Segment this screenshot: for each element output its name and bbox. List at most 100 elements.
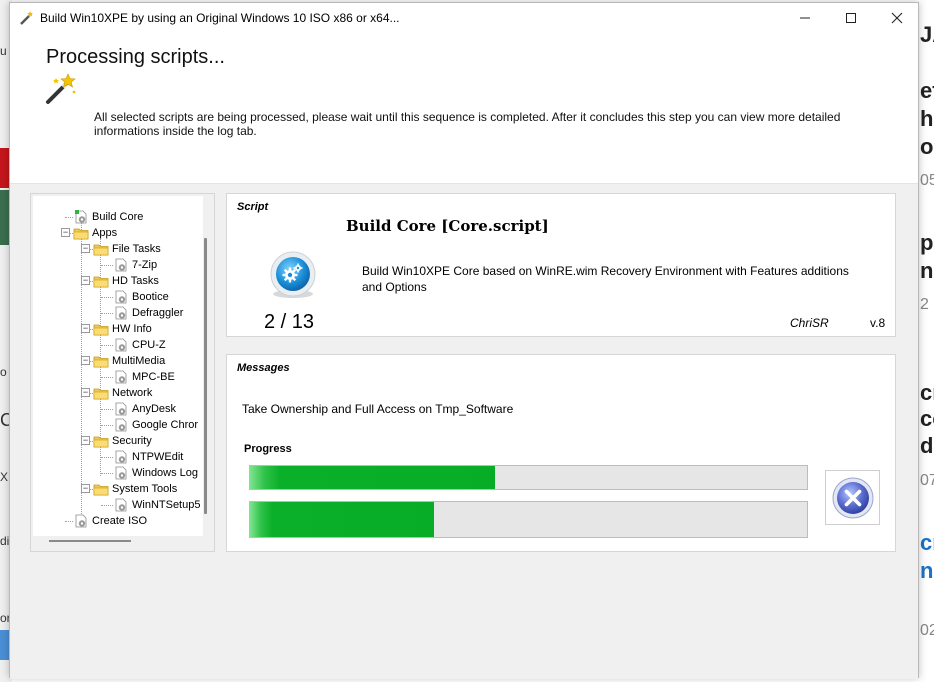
maximize-icon <box>846 13 856 23</box>
folder-icon <box>93 324 109 336</box>
folder-icon <box>93 388 109 400</box>
title-bar[interactable]: Build Win10XPE by using an Original Wind… <box>10 3 918 33</box>
script-author: ChriSR <box>790 316 829 330</box>
background-red-block <box>0 148 9 188</box>
background-text: JA <box>920 22 934 47</box>
background-text: 05 <box>920 172 934 189</box>
background-link: n <box>920 558 934 583</box>
magic-wand-icon <box>46 73 76 104</box>
tree-connector <box>65 217 73 218</box>
collapse-icon[interactable]: − <box>81 388 90 397</box>
tree-item-label: AnyDesk <box>132 403 177 415</box>
script-section-label: Script <box>237 201 269 213</box>
tree-horizontal-scrollbar[interactable] <box>49 540 131 542</box>
tree-connector <box>101 265 113 266</box>
tree-item-label: Security <box>112 435 152 447</box>
background-text: d <box>920 433 934 458</box>
tree-connector <box>101 473 113 474</box>
tree-connector <box>101 313 113 314</box>
collapse-icon[interactable]: − <box>81 436 90 445</box>
tree-item-label: MPC-BE <box>132 371 175 383</box>
background-text: eta <box>920 78 934 103</box>
messages-section-label: Messages <box>237 362 290 374</box>
tree-item-label: Defraggler <box>132 307 184 319</box>
script-gear-icon <box>75 514 87 528</box>
tree-item-label: Apps <box>92 227 118 239</box>
background-text: X <box>0 470 9 484</box>
magic-wand-icon <box>20 11 33 25</box>
script-gear-icon <box>115 498 127 512</box>
tree-item-label: 7-Zip <box>132 259 158 271</box>
background-window-right: JA eta h o 05 p ng 2 cr co d 07 cr n 02 <box>918 0 934 682</box>
background-text: p <box>920 230 934 255</box>
tree-connector <box>101 457 113 458</box>
collapse-icon[interactable]: − <box>81 324 90 333</box>
window-title: Build Win10XPE by using an Original Wind… <box>40 11 400 25</box>
script-info-panel: Script Build Core [Core.script] Build Wi… <box>226 193 896 337</box>
tree-connector <box>101 377 113 378</box>
background-text: di <box>0 534 9 548</box>
background-text: 07 <box>920 472 934 489</box>
folder-icon <box>93 436 109 448</box>
minimize-button[interactable] <box>782 3 828 33</box>
maximize-button[interactable] <box>828 3 874 33</box>
background-text: cr <box>920 380 934 405</box>
gear-globe-icon <box>270 251 316 298</box>
collapse-icon[interactable]: − <box>81 484 90 493</box>
tree-item-label: Bootice <box>132 291 169 303</box>
script-gear-icon <box>115 258 127 272</box>
script-tree[interactable]: Build Core − Apps − File Tasks 7-Zip − HD Tasks… <box>33 196 203 536</box>
tree-item-label: Build Core <box>92 209 144 225</box>
tree-item-label: HW Info <box>112 323 152 335</box>
script-gear-icon <box>115 370 127 384</box>
tree-item-label: HD Tasks <box>112 275 159 287</box>
tree-item-label: Windows Log <box>132 467 199 479</box>
background-text: co <box>920 406 934 431</box>
background-text: 02 <box>920 622 934 639</box>
content-area: Build Core − Apps − File Tasks 7-Zip − HD Tasks… <box>10 183 918 679</box>
tree-item-label: Create ISO <box>92 515 148 527</box>
background-text: ng <box>920 258 934 283</box>
script-progress-fill <box>250 466 496 489</box>
close-button[interactable] <box>874 3 920 33</box>
script-gear-icon <box>115 450 127 464</box>
tree-item-label: MultiMedia <box>112 355 166 367</box>
collapse-icon[interactable]: − <box>61 228 70 237</box>
tree-connector <box>101 505 113 506</box>
tree-item-label: System Tools <box>112 483 178 495</box>
collapse-icon[interactable]: − <box>81 244 90 253</box>
build-dialog-window: Build Win10XPE by using an Original Wind… <box>9 2 919 679</box>
tree-item-label: File Tasks <box>112 243 161 255</box>
script-tree-panel: Build Core − Apps − File Tasks 7-Zip − HD Tasks… <box>30 193 215 552</box>
tree-vertical-scrollbar[interactable] <box>204 238 207 514</box>
script-description: Build Win10XPE Core based on WinRE.wim R… <box>362 264 849 294</box>
tree-connector <box>65 521 73 522</box>
status-message: Take Ownership and Full Access on Tmp_So… <box>242 402 514 416</box>
folder-icon <box>93 356 109 368</box>
script-gear-icon <box>75 210 87 224</box>
tree-item-label: NTPWEdit <box>132 451 184 463</box>
total-progress-bar <box>249 501 808 538</box>
messages-panel: Messages Take Ownership and Full Access … <box>226 354 896 552</box>
tree-connector <box>101 425 113 426</box>
wizard-header: Processing scripts... All selected scrip… <box>10 33 918 183</box>
cancel-x-icon <box>832 477 873 518</box>
folder-icon <box>93 484 109 496</box>
close-icon <box>891 12 903 24</box>
script-progress-bar <box>249 465 808 490</box>
collapse-icon[interactable]: − <box>81 356 90 365</box>
background-blue-block <box>0 630 9 660</box>
script-version: v.8 <box>870 316 886 330</box>
total-progress-fill <box>250 502 434 537</box>
tree-item-label: WinNTSetup5 <box>132 499 201 511</box>
background-green-block <box>0 190 9 245</box>
background-text: Co <box>0 410 9 430</box>
cancel-button[interactable] <box>825 470 880 525</box>
folder-icon <box>93 244 109 256</box>
script-gear-icon <box>115 418 127 432</box>
background-text: h <box>920 106 934 131</box>
background-text: o <box>920 134 934 159</box>
collapse-icon[interactable]: − <box>81 276 90 285</box>
script-title: Build Core [Core.script] <box>346 217 549 235</box>
background-text: u <box>0 44 7 58</box>
